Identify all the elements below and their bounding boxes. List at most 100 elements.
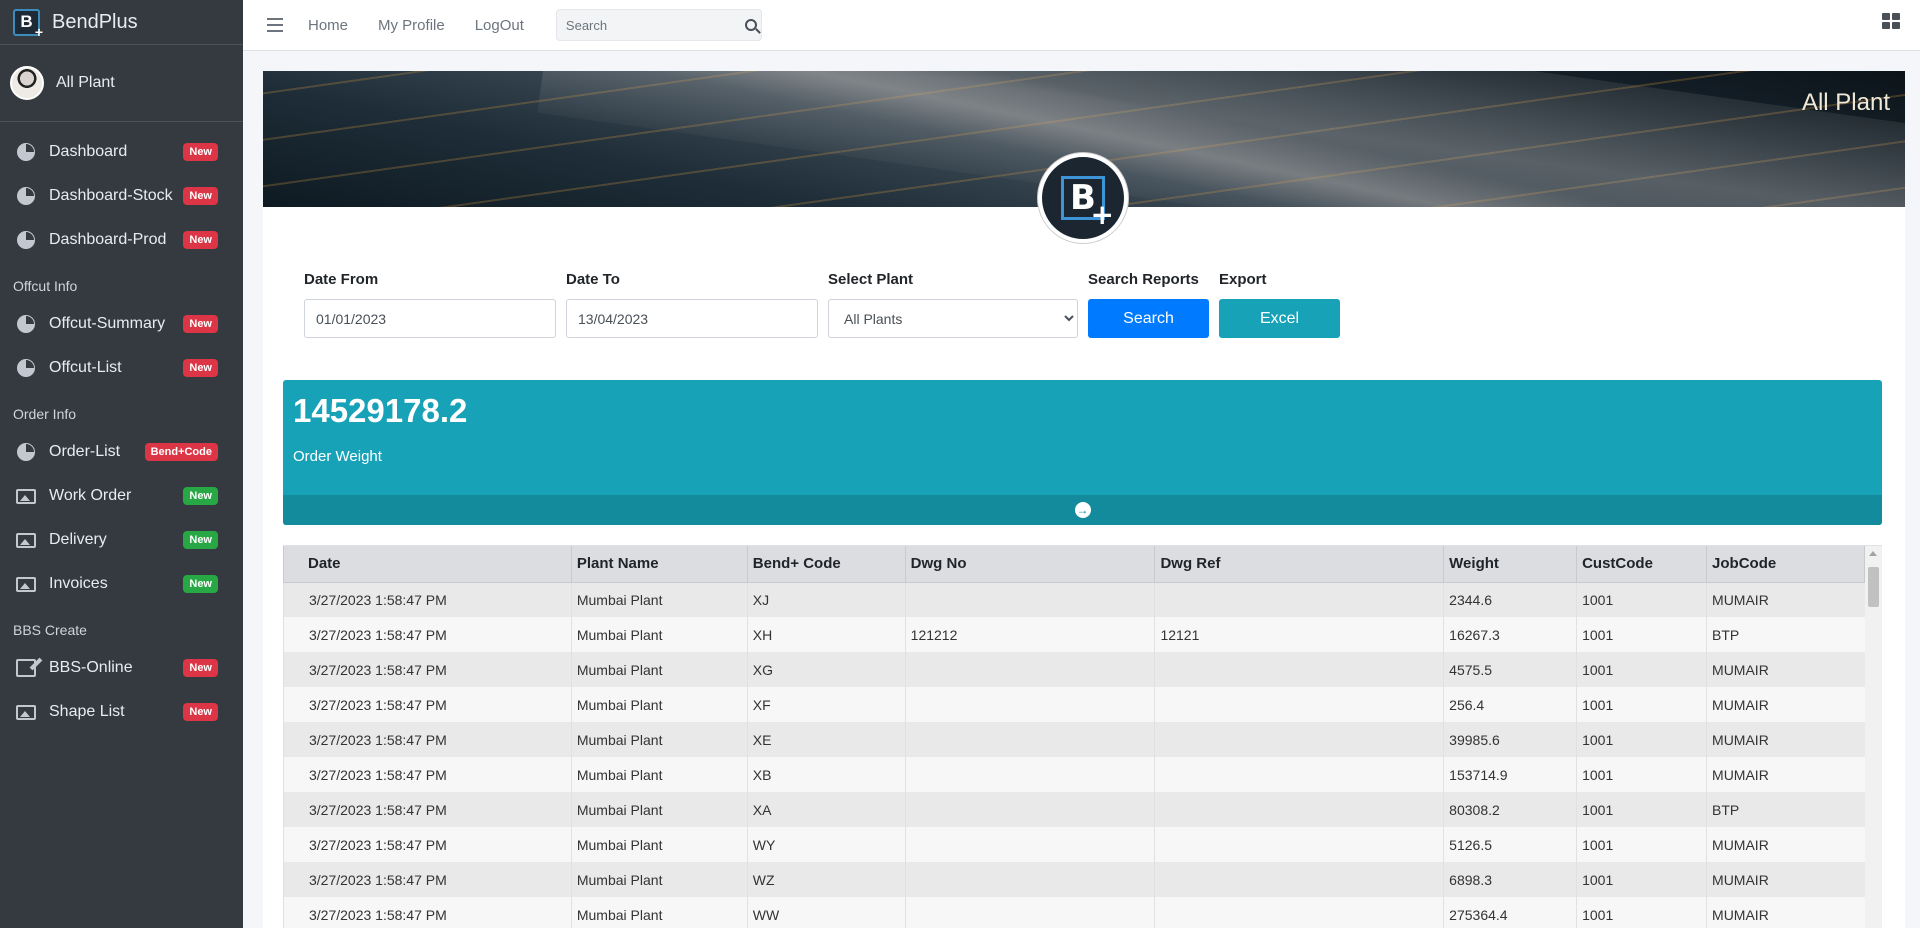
table-cell-date: 3/27/2023 1:58:47 PM (283, 617, 572, 652)
table-cell-plant-name: Mumbai Plant (570, 827, 748, 862)
table-row[interactable]: 3/27/2023 1:58:47 PM Mumbai Plant XF 256.4 1… (283, 687, 1865, 722)
plant-select[interactable]: All Plants (828, 299, 1078, 338)
sidebar-item-label: Offcut-List (49, 359, 122, 376)
orders-table: Date Plant Name Bend+ Code Dwg No Dwg Ref Wei… (283, 546, 1865, 928)
avatar (10, 66, 44, 100)
table-cell-bend-code: XF (746, 687, 906, 722)
table-row[interactable]: 3/27/2023 1:58:47 PM Mumbai Plant WY 5126.5… (283, 827, 1865, 862)
table-cell-weight: 6898.3 (1443, 862, 1577, 897)
sidebar-item-bbs-online[interactable]: BBS-Online New (0, 646, 243, 690)
column-header-bend-code[interactable]: Bend+ Code (746, 546, 906, 583)
column-header-dwg-ref[interactable]: Dwg Ref (1154, 546, 1445, 583)
column-header-date[interactable]: Date (283, 546, 572, 583)
nav-link-profile[interactable]: My Profile (378, 17, 445, 34)
table-cell-bend-code: XA (746, 792, 906, 827)
table-cell-custcode: 1001 (1576, 827, 1707, 862)
sidebar-item-dashboard-stock[interactable]: Dashboard-Stock New (0, 174, 243, 218)
table-cell-plant-name: Mumbai Plant (570, 862, 748, 897)
image-icon (15, 574, 37, 594)
table-cell-dwg-ref (1154, 862, 1444, 897)
table-row[interactable]: 3/27/2023 1:58:47 PM Mumbai Plant XE 39985.… (283, 722, 1865, 757)
date-from-label: Date From (304, 271, 379, 288)
table-cell-dwg-no (904, 687, 1155, 722)
sidebar-item-dashboard-prod[interactable]: Dashboard-Prod New (0, 218, 243, 262)
order-weight-box: 14529178.2 Order Weight → (283, 380, 1882, 525)
sidebar-item-delivery[interactable]: Delivery New (0, 518, 243, 562)
sidebar-item-label: Offcut-Summary (49, 315, 166, 332)
image-icon (15, 530, 37, 550)
nav-link-logout[interactable]: LogOut (475, 17, 524, 34)
scroll-up-icon[interactable] (1869, 551, 1877, 556)
user-panel[interactable]: All Plant (0, 45, 243, 122)
sidebar-item-shape-list[interactable]: Shape List New (0, 690, 243, 734)
date-to-input[interactable] (566, 299, 818, 338)
table-cell-date: 3/27/2023 1:58:47 PM (283, 862, 572, 897)
table-cell-dwg-ref (1154, 582, 1444, 617)
sidebar-item-work-order[interactable]: Work Order New (0, 474, 243, 518)
table-cell-jobcode: MUMAIR (1706, 897, 1865, 928)
order-weight-label: Order Weight (293, 448, 382, 465)
column-header-dwg-no[interactable]: Dwg No (904, 546, 1156, 583)
sidebar-item-dashboard[interactable]: Dashboard New (0, 130, 243, 174)
excel-export-button[interactable]: Excel (1219, 299, 1340, 338)
apps-grid-icon[interactable] (1882, 13, 1900, 29)
sidebar-item-label: Work Order (49, 487, 132, 504)
table-cell-weight: 39985.6 (1443, 722, 1577, 757)
nav-header-offcut-info: Offcut Info (13, 278, 78, 294)
column-header-custcode[interactable]: CustCode (1576, 546, 1708, 583)
user-name[interactable]: All Plant (56, 74, 115, 92)
brand-logo: B + (13, 8, 43, 40)
table-cell-dwg-ref (1154, 687, 1444, 722)
table-cell-bend-code: XB (746, 757, 906, 792)
hero-logo-plus: + (1090, 198, 1114, 231)
search-input[interactable] (556, 17, 742, 33)
table-cell-dwg-ref (1154, 722, 1444, 757)
date-from-input[interactable] (304, 299, 556, 338)
navbar-search (555, 9, 762, 41)
sidebar-item-order-list[interactable]: Order-List Bend+Code (0, 430, 243, 474)
search-button[interactable] (742, 19, 761, 31)
more-info-link[interactable]: → (283, 495, 1882, 525)
column-header-jobcode[interactable]: JobCode (1706, 546, 1865, 583)
table-cell-bend-code: XH (746, 617, 906, 652)
sidebar-item-offcut-list[interactable]: Offcut-List New (0, 346, 243, 390)
pie-chart-icon (15, 230, 37, 250)
table-row[interactable]: 3/27/2023 1:58:47 PM Mumbai Plant XJ 2344.6… (283, 582, 1865, 617)
column-header-plant-name[interactable]: Plant Name (570, 546, 748, 583)
table-row[interactable]: 3/27/2023 1:58:47 PM Mumbai Plant WW 275364… (283, 897, 1865, 928)
table-cell-jobcode: MUMAIR (1706, 652, 1865, 687)
table-cell-dwg-no (904, 792, 1155, 827)
table-cell-bend-code: WY (746, 827, 906, 862)
image-icon (15, 486, 37, 506)
sidebar-item-offcut-summary[interactable]: Offcut-Summary New (0, 302, 243, 346)
sidebar-item-invoices[interactable]: Invoices New (0, 562, 243, 606)
table-cell-date: 3/27/2023 1:58:47 PM (283, 722, 572, 757)
table-scrollbar[interactable] (1865, 546, 1882, 928)
table-row[interactable]: 3/27/2023 1:58:47 PM Mumbai Plant XG 4575.5… (283, 652, 1865, 687)
table-cell-custcode: 1001 (1576, 792, 1707, 827)
arrow-circle-right-icon: → (1074, 502, 1091, 518)
brand-logo-plus: + (34, 23, 43, 40)
table-cell-jobcode: BTP (1706, 617, 1865, 652)
hero-title: All Plant (1801, 89, 1890, 116)
sidebar-item-label: Dashboard-Stock (49, 187, 173, 204)
column-header-weight[interactable]: Weight (1443, 546, 1578, 583)
nav-link-home[interactable]: Home (308, 17, 348, 34)
table-row[interactable]: 3/27/2023 1:58:47 PM Mumbai Plant XA 80308.… (283, 792, 1865, 827)
search-reports-label: Search Reports (1088, 271, 1199, 288)
table-row[interactable]: 3/27/2023 1:58:47 PM Mumbai Plant XH 121212… (283, 617, 1865, 652)
menu-toggle-icon[interactable] (267, 18, 283, 32)
brand-link[interactable]: B + BendPlus (0, 0, 243, 45)
table-cell-dwg-no (904, 722, 1155, 757)
table-cell-date: 3/27/2023 1:58:47 PM (283, 652, 572, 687)
table-cell-custcode: 1001 (1576, 862, 1707, 897)
table-row[interactable]: 3/27/2023 1:58:47 PM Mumbai Plant XB 153714… (283, 757, 1865, 792)
table-cell-plant-name: Mumbai Plant (570, 617, 748, 652)
table-row[interactable]: 3/27/2023 1:58:47 PM Mumbai Plant WZ 6898.3… (283, 862, 1865, 897)
pie-chart-icon (15, 442, 37, 462)
search-reports-button[interactable]: Search (1088, 299, 1209, 338)
export-group: Export Excel (1219, 271, 1340, 338)
scrollbar-thumb[interactable] (1868, 567, 1879, 607)
main-content: All Plant B+ Date From Date To Select Pl… (263, 71, 1905, 928)
table-cell-date: 3/27/2023 1:58:47 PM (283, 757, 572, 792)
